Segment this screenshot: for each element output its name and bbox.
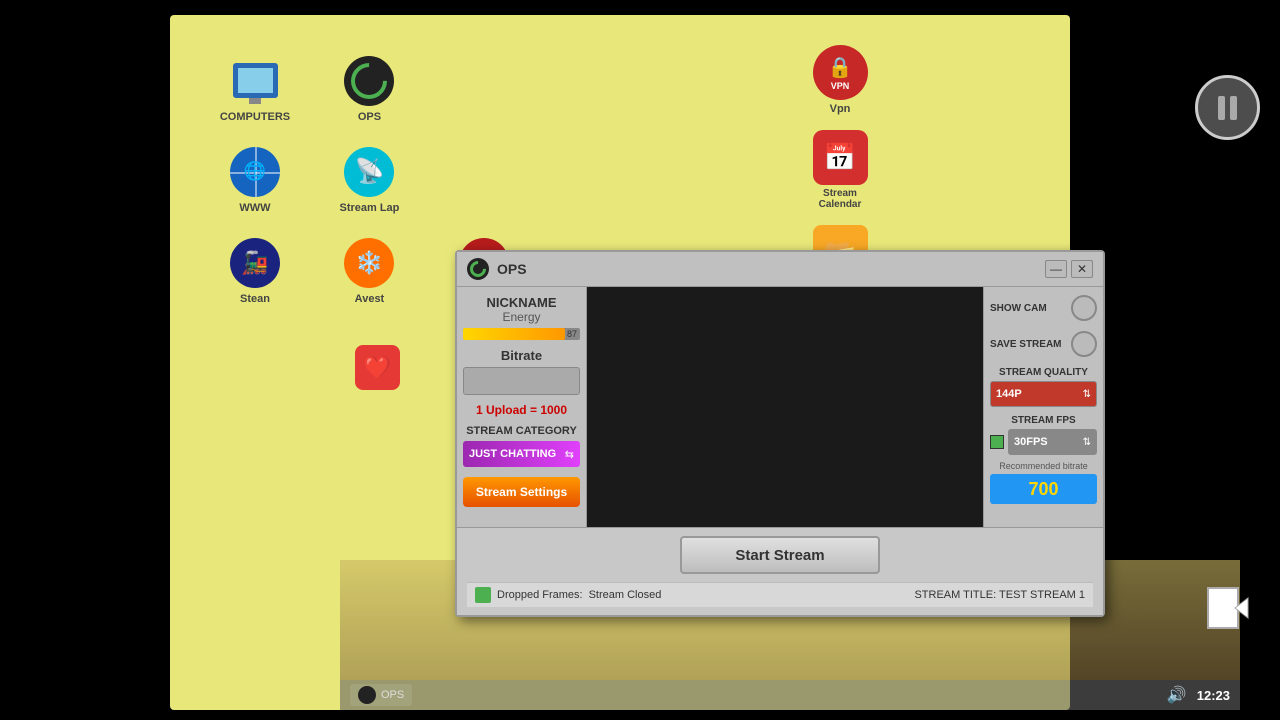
stream-status: Stream Closed <box>589 589 662 601</box>
right-panel: SHOW CAM SAVE STREAM STREAM QUALITY 144P… <box>983 287 1103 527</box>
icon-vpn[interactable]: 🔒 VPN Vpn <box>813 45 868 115</box>
stream-category-value: JUST CHATTING <box>469 448 556 460</box>
clock: 12:23 <box>1197 688 1230 703</box>
start-stream-button[interactable]: Start Stream <box>680 536 880 574</box>
icon-steam[interactable]: 🚂 Stean <box>210 235 300 305</box>
taskbar-ops-icon <box>358 686 376 704</box>
fps-value: 30FPS <box>1014 436 1048 448</box>
minimize-button[interactable]: — <box>1045 260 1067 278</box>
dropped-frames-area: Dropped Frames: Stream Closed <box>475 587 661 603</box>
stream-quality-label: STREAM QUALITY <box>990 367 1097 378</box>
bitrate-label: Bitrate <box>463 348 580 363</box>
fps-arrows-icon: ⇅ <box>1083 437 1091 448</box>
icon-www-label: WWW <box>239 202 270 214</box>
quality-arrows-icon: ⇅ <box>1083 389 1091 400</box>
status-dot <box>475 587 491 603</box>
nickname-label: NICKNAME <box>463 295 580 310</box>
icon-avest[interactable]: ❄️ Avest <box>324 235 414 305</box>
show-cam-label: SHOW CAM <box>990 303 1047 314</box>
left-panel: NICKNAME Energy 87 Bitrate 1 Upload = 10… <box>457 287 587 527</box>
nickname-value: Energy <box>463 310 580 324</box>
dialog-title: OPS <box>497 261 1037 277</box>
icon-stream-lap-label: Stream Lap <box>339 202 399 214</box>
stream-fps-label: STREAM FPS <box>990 415 1097 426</box>
desktop: COMPUTERS OPS 🌐 WWW <box>170 15 1070 710</box>
dialog-titlebar: OPS — ✕ <box>457 252 1103 287</box>
close-button[interactable]: ✕ <box>1071 260 1093 278</box>
quality-value: 144P <box>996 388 1022 400</box>
icon-stream-calendar[interactable]: 📅 Stream Calendar <box>805 130 875 210</box>
stream-quality-section: STREAM QUALITY 144P ⇅ STREAM FPS 30FPS ⇅ <box>990 367 1097 504</box>
dropped-frames-label: Dropped Frames: <box>497 589 583 601</box>
stream-category-select[interactable]: JUST CHATTING ⇆ <box>463 441 580 467</box>
taskbar: OPS 🔊 12:23 <box>340 680 1240 710</box>
energy-bar: 87 <box>463 328 580 340</box>
bitrate-section: Bitrate <box>463 348 580 395</box>
show-cam-toggle[interactable] <box>1071 295 1097 321</box>
save-stream-row: SAVE STREAM <box>990 331 1097 357</box>
dialog-body: NICKNAME Energy 87 Bitrate 1 Upload = 10… <box>457 287 1103 527</box>
icon-avest-label: Avest <box>355 293 385 305</box>
dialog-controls: — ✕ <box>1045 260 1093 278</box>
save-stream-label: SAVE STREAM <box>990 339 1062 350</box>
icon-computers[interactable]: COMPUTERS <box>210 53 300 123</box>
quality-dropdown[interactable]: 144P ⇅ <box>990 381 1097 407</box>
taskbar-ops-label: OPS <box>381 689 404 701</box>
stream-title-value: TEST STREAM 1 <box>999 589 1085 601</box>
status-bar: Dropped Frames: Stream Closed STREAM TIT… <box>467 582 1093 607</box>
pause-icon <box>1218 96 1237 120</box>
icon-www[interactable]: 🌐 WWW <box>210 144 300 214</box>
nickname-section: NICKNAME Energy 87 <box>463 295 580 340</box>
fps-dropdown[interactable]: 30FPS ⇅ <box>1008 429 1097 455</box>
ops-dialog: OPS — ✕ NICKNAME Energy 87 Bitrate <box>455 250 1105 617</box>
vpn-text: VPN <box>831 81 850 91</box>
dialog-title-icon <box>467 258 489 280</box>
icon-ops-label: OPS <box>358 111 381 123</box>
bitrate-value-box: 700 <box>990 474 1097 504</box>
taskbar-ops-item[interactable]: OPS <box>350 684 412 706</box>
exit-button[interactable] <box>1195 575 1260 640</box>
icon-computers-label: COMPUTERS <box>220 111 290 123</box>
energy-bar-fill <box>463 328 565 340</box>
bitrate-number: 700 <box>1028 479 1058 500</box>
taskbar-right: 🔊 12:23 <box>1167 685 1230 705</box>
health-icon[interactable]: ❤️ <box>355 345 400 390</box>
fps-checkbox[interactable] <box>990 435 1004 449</box>
dialog-bottom: Start Stream Dropped Frames: Stream Clos… <box>457 527 1103 615</box>
energy-bar-text: 87 <box>567 328 577 340</box>
upload-text: 1 Upload = 1000 <box>463 403 580 417</box>
stream-preview <box>587 287 983 527</box>
pause-button[interactable] <box>1195 75 1260 140</box>
stream-settings-button[interactable]: Stream Settings <box>463 477 580 507</box>
icon-ops[interactable]: OPS <box>324 53 414 123</box>
icon-steam-label: Stean <box>240 293 270 305</box>
stream-title-label: STREAM TITLE: <box>914 589 996 601</box>
door-exit-icon <box>1203 583 1253 633</box>
rec-bitrate-label: Recommended bitrate <box>990 461 1097 471</box>
stream-category-label: STREAM CATEGORY <box>463 425 580 437</box>
category-arrows-icon: ⇆ <box>565 448 574 461</box>
show-cam-row: SHOW CAM <box>990 295 1097 321</box>
icon-vpn-label: Vpn <box>830 103 851 115</box>
icon-stream-calendar-label: Stream Calendar <box>805 188 875 210</box>
volume-icon[interactable]: 🔊 <box>1167 685 1187 705</box>
icon-stream-lap[interactable]: 📡 Stream Lap <box>324 144 414 214</box>
bitrate-input[interactable] <box>463 367 580 395</box>
stream-title-area: STREAM TITLE: TEST STREAM 1 <box>914 589 1085 601</box>
save-stream-toggle[interactable] <box>1071 331 1097 357</box>
